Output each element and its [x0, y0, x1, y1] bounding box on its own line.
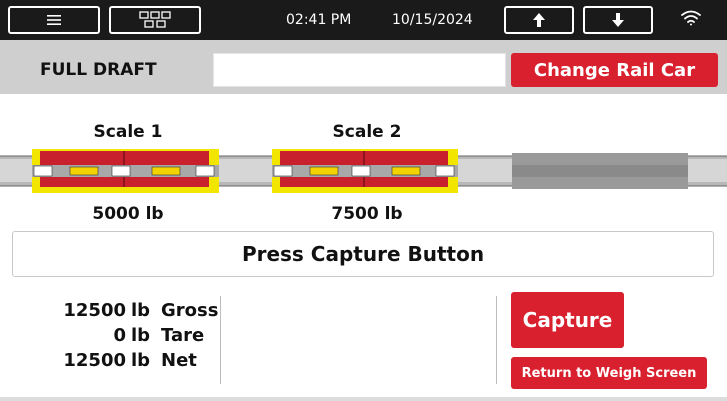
- weigh-mode-label: FULL DRAFT: [40, 60, 157, 80]
- weight-totals: 12500 lb Gross 0 lb Tare 12500 lb Net: [24, 298, 218, 373]
- scale-2-weight: 7500 lb: [331, 204, 403, 224]
- divider-left: [220, 296, 221, 384]
- gross-unit: lb: [131, 300, 151, 321]
- inactive-scale-slot: [512, 153, 688, 189]
- bottom-edge: [0, 397, 727, 401]
- tare-unit: lb: [131, 325, 151, 346]
- scale-1-weight: 5000 lb: [92, 204, 164, 224]
- scale-2-label: Scale 2: [332, 122, 402, 142]
- arrow-up-icon: [533, 13, 545, 27]
- scale-2-platform: [272, 149, 458, 193]
- status-message: Press Capture Button: [12, 231, 714, 277]
- clock-date: 10/15/2024: [392, 12, 473, 28]
- top-status-bar: 02:41 PM 10/15/2024: [0, 0, 727, 40]
- capture-button[interactable]: Capture: [511, 292, 624, 348]
- rail-track-diagram: [0, 149, 727, 193]
- net-unit: lb: [131, 350, 151, 371]
- tare-label: Tare: [161, 325, 205, 346]
- gross-value: 12500: [63, 300, 126, 321]
- clock-time: 02:41 PM: [286, 12, 352, 28]
- gross-label: Gross: [161, 300, 219, 321]
- rail-car-field: [213, 53, 506, 87]
- scale-layout-icon: [139, 11, 171, 29]
- scroll-down-button[interactable]: [583, 6, 653, 34]
- tare-row: 0 lb Tare: [24, 323, 218, 348]
- tare-value: 0: [113, 325, 126, 346]
- menu-button[interactable]: [8, 6, 100, 34]
- net-value: 12500: [63, 350, 126, 371]
- gross-row: 12500 lb Gross: [24, 298, 218, 323]
- net-row: 12500 lb Net: [24, 348, 218, 373]
- change-rail-car-button[interactable]: Change Rail Car: [511, 53, 718, 87]
- divider-right: [496, 296, 497, 384]
- arrow-down-icon: [612, 13, 624, 27]
- scroll-up-button[interactable]: [504, 6, 574, 34]
- scale-1-label: Scale 1: [93, 122, 163, 142]
- hamburger-menu-icon: [47, 14, 61, 26]
- net-label: Net: [161, 350, 197, 371]
- wifi-icon: [681, 10, 701, 30]
- scale-1-platform: [32, 149, 219, 193]
- scale-layout-button[interactable]: [109, 6, 201, 34]
- return-to-weigh-screen-button[interactable]: Return to Weigh Screen: [511, 357, 707, 389]
